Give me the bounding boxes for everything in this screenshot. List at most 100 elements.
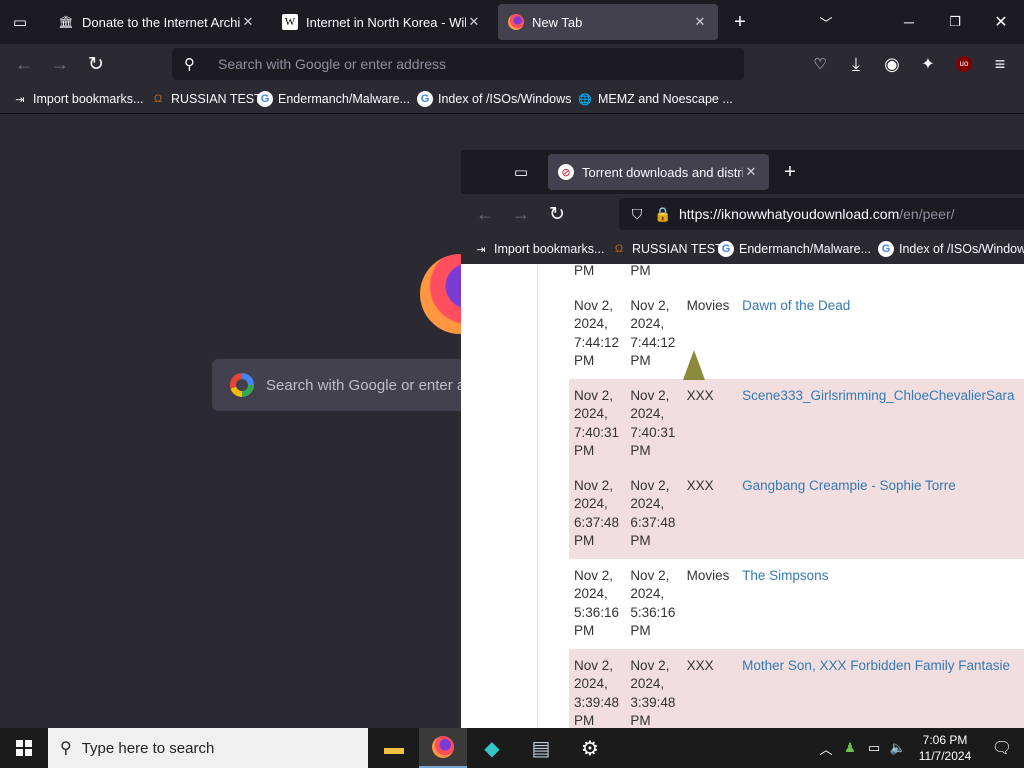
- title-cell: The Simpsons: [737, 559, 1024, 649]
- clock[interactable]: 7:06 PM 11/7/2024: [910, 732, 980, 764]
- bookmark-label: Endermanch/Malware...: [278, 92, 411, 106]
- back-arrow-icon[interactable]: ←: [10, 50, 38, 78]
- category-cell: Movies: [686, 567, 730, 583]
- close-tab-icon[interactable]: ✕: [240, 14, 256, 30]
- bookmark-endermanch[interactable]: G Endermanch/Malware...: [257, 90, 410, 108]
- begin-date-cell: Nov 2, 2024, 3:39:48 PM: [569, 648, 626, 728]
- address-bar[interactable]: ⚲ Search with Google or enter address: [172, 48, 744, 80]
- inner-address-bar[interactable]: ⛉ 🔒 https://iknowwhatyoudownload.com/en/…: [619, 198, 1024, 230]
- page-left-border: [537, 264, 538, 728]
- start-button[interactable]: [0, 728, 48, 768]
- network-tray-icon[interactable]: ▭: [862, 740, 886, 756]
- category-cell: XXX: [681, 648, 738, 728]
- bookmark-index-isos[interactable]: G Index of /ISOs/Windows: [878, 240, 1024, 258]
- close-tab-icon[interactable]: ✕: [743, 164, 759, 180]
- category-cell: XXX: [681, 378, 738, 469]
- lock-icon[interactable]: 🔒: [653, 206, 673, 223]
- end-date-cell: Nov 2, 2024, 7:40:31 PM: [625, 378, 682, 469]
- back-arrow-icon[interactable]: ←: [471, 200, 499, 228]
- pocket-icon[interactable]: ♡: [806, 50, 834, 78]
- tab-torrent-downloads[interactable]: ⊘ Torrent downloads and distributions ✕: [548, 154, 769, 190]
- bookmark-russian-test[interactable]: Ω RUSSIAN TEST: [611, 240, 723, 258]
- close-tab-icon[interactable]: ✕: [692, 14, 708, 30]
- title-cell: Gangbang Creampie - Sophie Torre: [737, 468, 1024, 559]
- google-g-icon: G: [718, 241, 734, 257]
- firefox-taskbar-icon[interactable]: [419, 728, 467, 768]
- bookmark-label: RUSSIAN TEST: [171, 92, 262, 106]
- google-g-icon: [230, 373, 254, 397]
- gem-app-icon[interactable]: ◆: [468, 728, 516, 768]
- begin-date-cell: Nov 2, 2024, 7:40:31 PM: [569, 378, 626, 469]
- torrent-title-link[interactable]: Dawn of the Dead: [742, 298, 850, 313]
- bookmark-import[interactable]: ⇥ Import bookmarks...: [473, 240, 604, 258]
- search-icon: ⚲: [184, 56, 195, 73]
- forward-arrow-icon[interactable]: →: [46, 50, 74, 78]
- windows-taskbar: ⚲ Type here to search ▬ ◆ ▤ ⚙ ︿ ♟ ▭ 🔈 7:…: [0, 728, 1024, 768]
- inner-nav-bar: ← → ↻ ⛉ 🔒 https://iknowwhatyoudownload.c…: [461, 194, 1024, 234]
- import-icon: ⇥: [476, 243, 486, 256]
- user-tray-icon[interactable]: ♟: [838, 740, 862, 756]
- outer-nav-bar: ← → ↻ ⚲ Search with Google or enter addr…: [0, 44, 1024, 84]
- outer-tab-bar: ▭ 🏛 Donate to the Internet Archive! ✕ W …: [0, 0, 1024, 44]
- reload-icon[interactable]: ↻: [543, 200, 571, 228]
- bookmark-label: MEMZ and Noescape ...: [598, 92, 733, 106]
- bookmark-label: Index of /ISOs/Windows: [438, 92, 572, 106]
- volume-icon[interactable]: 🔈: [886, 740, 910, 756]
- title-cell: Scene333_Girlsrimming_ChloeChevalierSara: [737, 378, 1024, 469]
- begin-date-cell: Nov 2, 2024, 7:44:12 PM: [574, 297, 620, 369]
- bookmark-endermanch[interactable]: G Endermanch/Malware...: [718, 240, 871, 258]
- ublock-icon[interactable]: uo: [950, 50, 978, 78]
- menu-hamburger-icon[interactable]: ≡: [986, 50, 1014, 78]
- taskbar-search-box[interactable]: ⚲ Type here to search: [48, 728, 368, 768]
- table-row: Nov 2, 2024, 6:37:48 PM Nov 2, 2024, 6:37…: [569, 468, 1024, 559]
- end-date-cell: Nov 2, 2024, 7:44:12 PM: [630, 297, 676, 369]
- tab-overflow-chevron-icon[interactable]: ﹀: [812, 8, 840, 36]
- extensions-icon[interactable]: ✦: [914, 50, 942, 78]
- download-icon[interactable]: ⤓: [842, 50, 870, 78]
- tab-internet-archive[interactable]: 🏛 Donate to the Internet Archive! ✕: [48, 4, 266, 40]
- bookmark-label: RUSSIAN TEST: [632, 242, 723, 256]
- new-tab-plus-icon[interactable]: +: [776, 158, 804, 186]
- russian-test-icon: Ω: [614, 243, 624, 255]
- end-date-cell: Nov 2, 2024, 5:36:16 PM: [630, 567, 676, 639]
- bookmark-memz[interactable]: 🌐 MEMZ and Noescape ...: [577, 90, 733, 108]
- restore-icon[interactable]: ❐: [932, 0, 978, 44]
- tracking-shield-icon[interactable]: ⛉: [627, 206, 647, 223]
- wikipedia-w-icon: W: [282, 14, 298, 30]
- tab-wikipedia[interactable]: W Internet in North Korea - Wikipedia ✕: [272, 4, 492, 40]
- notifications-icon[interactable]: 🗨: [980, 738, 1024, 758]
- torrent-title-link[interactable]: Mother Son, XXX Forbidden Family Fantasi…: [742, 658, 1010, 673]
- begin-date-cell: Nov 2, 2024, 6:37:48 PM: [569, 468, 626, 559]
- close-tab-icon[interactable]: ✕: [466, 14, 482, 30]
- account-icon[interactable]: ◉: [878, 50, 906, 78]
- bookmark-label: Endermanch/Malware...: [739, 242, 872, 256]
- url-path: /en/peer/: [899, 206, 955, 222]
- minimize-icon[interactable]: ─: [886, 0, 932, 44]
- title-cell: Mother Son, XXX Forbidden Family Fantasi…: [737, 648, 1024, 728]
- window-close-icon[interactable]: ✕: [978, 0, 1024, 44]
- reload-icon[interactable]: ↻: [82, 50, 110, 78]
- file-explorer-icon[interactable]: ▬: [370, 728, 418, 768]
- end-date-cell: PM: [630, 264, 651, 278]
- tab-list-icon[interactable]: ▭: [507, 158, 535, 186]
- tray-overflow-chevron-icon[interactable]: ︿: [814, 739, 838, 758]
- tab-new-tab[interactable]: New Tab ✕: [498, 4, 718, 40]
- torrent-title-link[interactable]: The Simpsons: [742, 568, 828, 583]
- forward-arrow-icon[interactable]: →: [507, 200, 535, 228]
- import-icon: ⇥: [15, 93, 25, 106]
- torrent-title-link[interactable]: Gangbang Creampie - Sophie Torre: [742, 478, 956, 493]
- bookmark-import[interactable]: ⇥ Import bookmarks...: [12, 90, 143, 108]
- torrent-title-link[interactable]: Scene333_Girlsrimming_ChloeChevalierSara: [742, 388, 1014, 403]
- tab-list-icon[interactable]: ▭: [6, 8, 34, 36]
- google-g-icon: G: [417, 91, 433, 107]
- firefox-icon: [508, 14, 524, 30]
- russian-test-icon: Ω: [153, 93, 163, 105]
- category-cell: [682, 264, 738, 289]
- network-app-icon[interactable]: ▤: [517, 728, 565, 768]
- bookmark-index-isos[interactable]: G Index of /ISOs/Windows: [417, 90, 571, 108]
- tab-label: New Tab: [532, 14, 583, 30]
- clock-time: 7:06 PM: [922, 733, 968, 747]
- new-tab-plus-icon[interactable]: +: [726, 8, 754, 36]
- settings-gear-icon[interactable]: ⚙: [566, 728, 614, 768]
- bookmark-russian-test[interactable]: Ω RUSSIAN TEST: [150, 90, 262, 108]
